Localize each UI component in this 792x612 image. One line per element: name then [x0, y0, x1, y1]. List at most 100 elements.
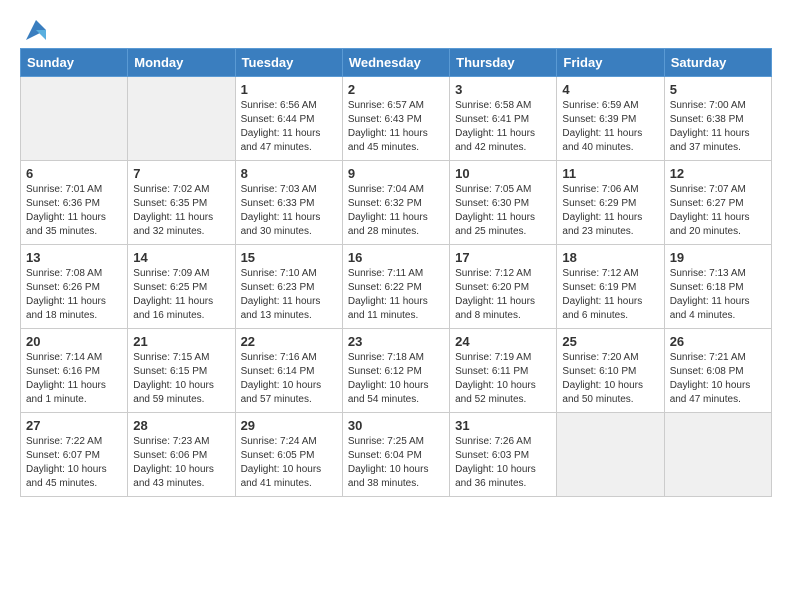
day-number: 28 [133, 418, 229, 433]
calendar-cell: 9 Sunrise: 7:04 AM Sunset: 6:32 PM Daylig… [342, 161, 449, 245]
day-number: 13 [26, 250, 122, 265]
calendar-cell: 21 Sunrise: 7:15 AM Sunset: 6:15 PM Dayli… [128, 329, 235, 413]
day-info: Sunrise: 7:19 AM Sunset: 6:11 PM Dayligh… [455, 351, 551, 407]
calendar-day-header: Wednesday [342, 49, 449, 77]
day-info: Sunrise: 7:08 AM Sunset: 6:26 PM Dayligh… [26, 267, 122, 323]
calendar-cell: 27 Sunrise: 7:22 AM Sunset: 6:07 PM Dayli… [21, 413, 128, 497]
day-info: Sunrise: 7:25 AM Sunset: 6:04 PM Dayligh… [348, 435, 444, 491]
calendar-cell: 3 Sunrise: 6:58 AM Sunset: 6:41 PM Daylig… [450, 77, 557, 161]
day-number: 11 [562, 166, 658, 181]
day-number: 19 [670, 250, 766, 265]
day-number: 8 [241, 166, 337, 181]
calendar-cell: 25 Sunrise: 7:20 AM Sunset: 6:10 PM Dayli… [557, 329, 664, 413]
calendar-cell: 14 Sunrise: 7:09 AM Sunset: 6:25 PM Dayli… [128, 245, 235, 329]
calendar-cell: 26 Sunrise: 7:21 AM Sunset: 6:08 PM Dayli… [664, 329, 771, 413]
day-info: Sunrise: 7:22 AM Sunset: 6:07 PM Dayligh… [26, 435, 122, 491]
calendar-cell [21, 77, 128, 161]
calendar-table: SundayMondayTuesdayWednesdayThursdayFrid… [20, 48, 772, 497]
day-number: 23 [348, 334, 444, 349]
day-number: 10 [455, 166, 551, 181]
day-number: 2 [348, 82, 444, 97]
day-number: 18 [562, 250, 658, 265]
calendar-cell: 20Sunrise: 7:14 AM Sunset: 6:16 PM Dayli… [21, 329, 128, 413]
day-info: Sunrise: 7:12 AM Sunset: 6:19 PM Dayligh… [562, 267, 658, 323]
day-number: 27 [26, 418, 122, 433]
calendar-week-row: 6 Sunrise: 7:01 AM Sunset: 6:36 PM Daylig… [21, 161, 772, 245]
day-info: Sunrise: 7:26 AM Sunset: 6:03 PM Dayligh… [455, 435, 551, 491]
day-number: 7 [133, 166, 229, 181]
day-number: 17 [455, 250, 551, 265]
calendar-cell: 29 Sunrise: 7:24 AM Sunset: 6:05 PM Dayli… [235, 413, 342, 497]
calendar-cell [128, 77, 235, 161]
day-info: Sunrise: 7:24 AM Sunset: 6:05 PM Dayligh… [241, 435, 337, 491]
day-number: 29 [241, 418, 337, 433]
calendar-day-header: Friday [557, 49, 664, 77]
day-info: Sunrise: 6:56 AM Sunset: 6:44 PM Dayligh… [241, 99, 337, 155]
day-number: 26 [670, 334, 766, 349]
calendar-week-row: 20Sunrise: 7:14 AM Sunset: 6:16 PM Dayli… [21, 329, 772, 413]
day-number: 3 [455, 82, 551, 97]
day-info: Sunrise: 6:57 AM Sunset: 6:43 PM Dayligh… [348, 99, 444, 155]
logo [20, 16, 50, 44]
day-info: Sunrise: 7:20 AM Sunset: 6:10 PM Dayligh… [562, 351, 658, 407]
day-info: Sunrise: 7:04 AM Sunset: 6:32 PM Dayligh… [348, 183, 444, 239]
calendar-cell: 13 Sunrise: 7:08 AM Sunset: 6:26 PM Dayli… [21, 245, 128, 329]
day-info: Sunrise: 7:18 AM Sunset: 6:12 PM Dayligh… [348, 351, 444, 407]
logo-icon [22, 16, 50, 44]
calendar-cell [664, 413, 771, 497]
calendar-cell: 7 Sunrise: 7:02 AM Sunset: 6:35 PM Daylig… [128, 161, 235, 245]
day-info: Sunrise: 6:58 AM Sunset: 6:41 PM Dayligh… [455, 99, 551, 155]
day-number: 12 [670, 166, 766, 181]
calendar-day-header: Tuesday [235, 49, 342, 77]
calendar-cell: 18 Sunrise: 7:12 AM Sunset: 6:19 PM Dayli… [557, 245, 664, 329]
calendar-cell: 22 Sunrise: 7:16 AM Sunset: 6:14 PM Dayli… [235, 329, 342, 413]
day-number: 14 [133, 250, 229, 265]
day-info: Sunrise: 7:05 AM Sunset: 6:30 PM Dayligh… [455, 183, 551, 239]
day-info: Sunrise: 7:03 AM Sunset: 6:33 PM Dayligh… [241, 183, 337, 239]
day-info: Sunrise: 7:01 AM Sunset: 6:36 PM Dayligh… [26, 183, 122, 239]
calendar-day-header: Thursday [450, 49, 557, 77]
calendar-cell: 8 Sunrise: 7:03 AM Sunset: 6:33 PM Daylig… [235, 161, 342, 245]
day-number: 22 [241, 334, 337, 349]
day-info: Sunrise: 7:15 AM Sunset: 6:15 PM Dayligh… [133, 351, 229, 407]
calendar-cell: 24 Sunrise: 7:19 AM Sunset: 6:11 PM Dayli… [450, 329, 557, 413]
day-number: 24 [455, 334, 551, 349]
calendar-cell: 15 Sunrise: 7:10 AM Sunset: 6:23 PM Dayli… [235, 245, 342, 329]
day-info: Sunrise: 7:06 AM Sunset: 6:29 PM Dayligh… [562, 183, 658, 239]
calendar-cell: 6 Sunrise: 7:01 AM Sunset: 6:36 PM Daylig… [21, 161, 128, 245]
day-info: Sunrise: 7:09 AM Sunset: 6:25 PM Dayligh… [133, 267, 229, 323]
calendar-cell: 1 Sunrise: 6:56 AM Sunset: 6:44 PM Daylig… [235, 77, 342, 161]
day-info: Sunrise: 7:23 AM Sunset: 6:06 PM Dayligh… [133, 435, 229, 491]
calendar-day-header: Saturday [664, 49, 771, 77]
day-info: Sunrise: 7:12 AM Sunset: 6:20 PM Dayligh… [455, 267, 551, 323]
calendar-cell: 17 Sunrise: 7:12 AM Sunset: 6:20 PM Dayli… [450, 245, 557, 329]
day-info: Sunrise: 7:11 AM Sunset: 6:22 PM Dayligh… [348, 267, 444, 323]
day-info: Sunrise: 7:16 AM Sunset: 6:14 PM Dayligh… [241, 351, 337, 407]
day-number: 31 [455, 418, 551, 433]
day-number: 9 [348, 166, 444, 181]
day-number: 1 [241, 82, 337, 97]
calendar-cell [557, 413, 664, 497]
day-number: 15 [241, 250, 337, 265]
day-info: Sunrise: 7:21 AM Sunset: 6:08 PM Dayligh… [670, 351, 766, 407]
day-info: Sunrise: 7:13 AM Sunset: 6:18 PM Dayligh… [670, 267, 766, 323]
calendar-week-row: 27 Sunrise: 7:22 AM Sunset: 6:07 PM Dayli… [21, 413, 772, 497]
day-info: Sunrise: 7:00 AM Sunset: 6:38 PM Dayligh… [670, 99, 766, 155]
day-number: 25 [562, 334, 658, 349]
day-info: Sunrise: 6:59 AM Sunset: 6:39 PM Dayligh… [562, 99, 658, 155]
calendar-cell: 30 Sunrise: 7:25 AM Sunset: 6:04 PM Dayli… [342, 413, 449, 497]
day-number: 6 [26, 166, 122, 181]
calendar-cell: 19 Sunrise: 7:13 AM Sunset: 6:18 PM Dayli… [664, 245, 771, 329]
day-info: Sunrise: 7:14 AM Sunset: 6:16 PM Dayligh… [26, 351, 122, 407]
day-number: 21 [133, 334, 229, 349]
page-container: SundayMondayTuesdayWednesdayThursdayFrid… [0, 0, 792, 513]
day-info: Sunrise: 7:10 AM Sunset: 6:23 PM Dayligh… [241, 267, 337, 323]
page-header [20, 16, 772, 44]
calendar-cell: 4 Sunrise: 6:59 AM Sunset: 6:39 PM Daylig… [557, 77, 664, 161]
day-info: Sunrise: 7:02 AM Sunset: 6:35 PM Dayligh… [133, 183, 229, 239]
calendar-cell: 23 Sunrise: 7:18 AM Sunset: 6:12 PM Dayli… [342, 329, 449, 413]
day-number: 4 [562, 82, 658, 97]
calendar-cell: 28 Sunrise: 7:23 AM Sunset: 6:06 PM Dayli… [128, 413, 235, 497]
calendar-cell: 11 Sunrise: 7:06 AM Sunset: 6:29 PM Dayli… [557, 161, 664, 245]
day-number: 30 [348, 418, 444, 433]
